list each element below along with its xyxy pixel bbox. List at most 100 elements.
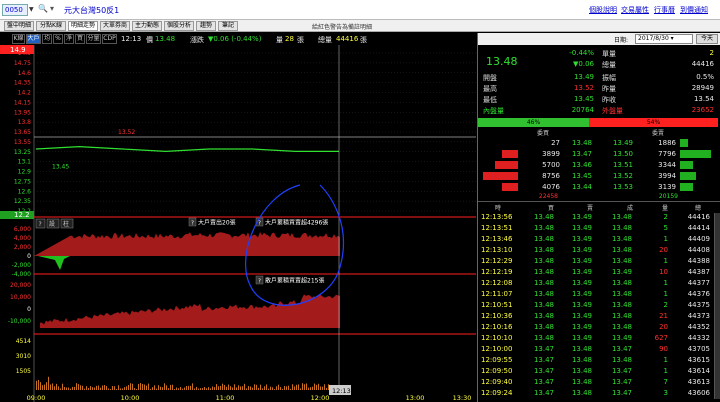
- volume-bar: [118, 385, 119, 390]
- price-tick-label: 13.55: [14, 139, 31, 146]
- volume-bar: [126, 386, 127, 390]
- volume-bar: [106, 386, 107, 390]
- volume-bar: [130, 383, 131, 390]
- stock-code-input[interactable]: 0050: [2, 4, 28, 16]
- ask-volume-bar: [680, 183, 693, 191]
- volume-bar: [258, 387, 259, 390]
- volume-bar: [152, 387, 153, 390]
- volume-bar: [284, 386, 285, 390]
- low-marker: 13.45: [52, 164, 69, 171]
- volume-bar: [232, 387, 233, 390]
- tick-time: 12:10:00: [481, 345, 513, 353]
- volume-bar: [318, 383, 319, 390]
- tick-volume: 627: [654, 334, 668, 342]
- big-player-area: [34, 232, 340, 256]
- volume-bar: [224, 384, 225, 390]
- high-marker: 13.52: [118, 129, 135, 136]
- volume-bar: [166, 385, 167, 390]
- ask-volume-bar: [680, 150, 711, 158]
- kline-button[interactable]: K線: [12, 34, 25, 44]
- volume-bar: [68, 387, 69, 390]
- tick-price: 13.48: [611, 279, 632, 287]
- tick-ask: 13.49: [571, 235, 592, 243]
- big-player-button[interactable]: 大戶: [26, 34, 41, 44]
- today-button[interactable]: 今天: [696, 34, 718, 44]
- chevron-down-icon[interactable]: ▼: [29, 4, 35, 16]
- bid-volume: 27: [551, 139, 560, 147]
- date-picker[interactable]: 2017/8/30 ▾: [635, 34, 693, 44]
- ask-volume: 1886: [658, 139, 676, 147]
- tick-ask: 13.49: [571, 268, 592, 276]
- tick-time: 12:09:55: [481, 356, 513, 364]
- chart-time: 12:13: [121, 35, 142, 43]
- retail-tick-label: 20,000: [10, 282, 31, 289]
- avg-button[interactable]: 均: [42, 34, 52, 44]
- x-tick-label: 10:00: [121, 394, 140, 402]
- quote-stat-value: 13.54: [693, 95, 714, 103]
- percent-button[interactable]: %: [53, 34, 63, 44]
- big-player-tick-label: 0: [27, 253, 31, 260]
- volume-bar: [116, 388, 117, 390]
- link-trade-attr[interactable]: 交易屬性: [621, 5, 649, 15]
- volume-bar: [168, 388, 169, 390]
- link-stock-info[interactable]: 個股說明: [589, 5, 617, 15]
- tab-notes[interactable]: 筆記: [218, 21, 238, 31]
- bid-volume: 4076: [542, 183, 560, 191]
- bid-price: 13.48: [571, 139, 592, 147]
- tick-ask: 13.48: [571, 345, 592, 353]
- price-tick-label: 14.6: [18, 70, 32, 77]
- cdp-button[interactable]: CDP: [102, 34, 117, 44]
- volume-bar: [324, 384, 325, 390]
- quote-change-pct: -0.44%: [569, 49, 594, 57]
- tick-scrollbar[interactable]: [714, 213, 720, 399]
- link-calendar[interactable]: 行事曆: [654, 5, 675, 15]
- volume-bar: [156, 388, 157, 390]
- volume-bar: [136, 388, 137, 390]
- volume-bar: [272, 387, 273, 390]
- price-tick-label: 12.75: [14, 178, 31, 185]
- tick-header: 成: [626, 205, 633, 212]
- search-icon[interactable]: 🔍: [38, 4, 48, 13]
- volume-bar: [188, 385, 189, 390]
- volume-bar: [124, 387, 125, 390]
- buy-button[interactable]: 買: [75, 34, 85, 44]
- tab-trend[interactable]: 趨勢: [196, 21, 216, 31]
- tab-big-broker[interactable]: 大單券商: [100, 21, 130, 31]
- tick-price: 13.48: [611, 323, 632, 331]
- dropdown-icon[interactable]: ▾: [50, 4, 54, 13]
- price-tick-label: 12.9: [18, 169, 32, 176]
- quote-stat-label: 最低: [483, 96, 497, 104]
- volume-bar: [88, 388, 89, 390]
- tick-price: 13.48: [611, 257, 632, 265]
- price-tick-label: 13.65: [14, 129, 31, 136]
- volume-bar: [182, 388, 183, 390]
- volume-label: 量: [276, 36, 283, 44]
- volume-bar: [92, 387, 93, 390]
- tab-minute-kline[interactable]: 分點K線: [36, 21, 66, 31]
- big-player-tick-label: -4,000: [12, 271, 32, 278]
- tab-intraday-detail[interactable]: 盤中明細: [4, 21, 34, 31]
- stock-name: 元大台灣50反1: [64, 6, 120, 15]
- volume-bar: [58, 386, 59, 390]
- tab-stock-analysis[interactable]: 個股分析: [164, 21, 194, 31]
- volume-bar: [278, 384, 279, 390]
- volume-bar: [196, 386, 197, 390]
- volume-bar: [286, 386, 287, 390]
- tick-bid: 13.48: [533, 334, 554, 342]
- tab-main-force[interactable]: 主力動態: [132, 21, 162, 31]
- volume-bar: [292, 384, 293, 390]
- tick-volume: 2: [663, 301, 668, 309]
- big-cum-annotation: 大戶累積買賣超4296張: [265, 219, 328, 227]
- volume-bar: [296, 384, 297, 390]
- net-button[interactable]: 淨: [64, 34, 74, 44]
- volume-bar: [260, 384, 261, 390]
- volume-bar: [100, 387, 101, 390]
- link-price-alert[interactable]: 到價通知: [680, 5, 708, 15]
- tick-bid: 13.47: [533, 367, 554, 375]
- volume-bar: [72, 386, 73, 390]
- split-vol-button[interactable]: 分量: [86, 34, 101, 44]
- tick-time: 12:10:10: [481, 334, 513, 342]
- tab-detail-trend[interactable]: 明細走勢: [68, 21, 98, 31]
- tick-header: 量: [661, 205, 668, 212]
- intraday-chart[interactable]: 14.9 14.75 14.6 14.35 14.2 14.15 13.95 13.8 13.6…: [0, 45, 476, 402]
